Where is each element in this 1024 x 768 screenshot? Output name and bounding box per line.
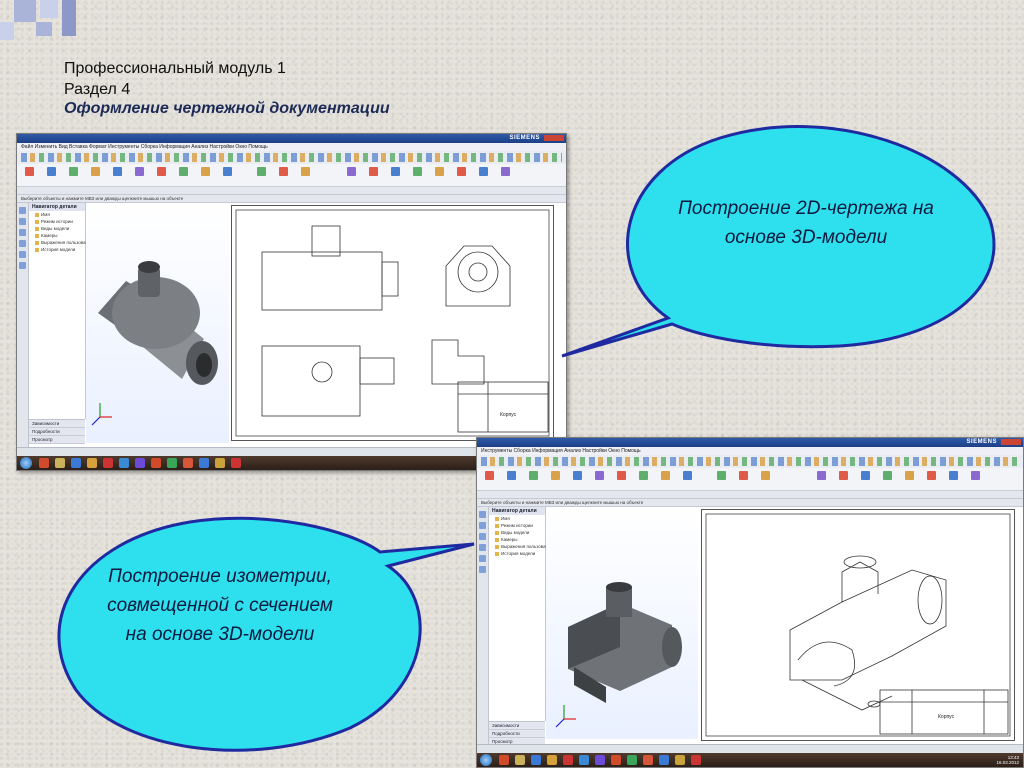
callout-text-top: Построение 2D-чертежа на основе 3D-модел… [678,198,934,248]
callout-bubbles [57,125,996,752]
callout-text-bottom: Построение изометрии, совмещенной с сече… [107,566,333,645]
